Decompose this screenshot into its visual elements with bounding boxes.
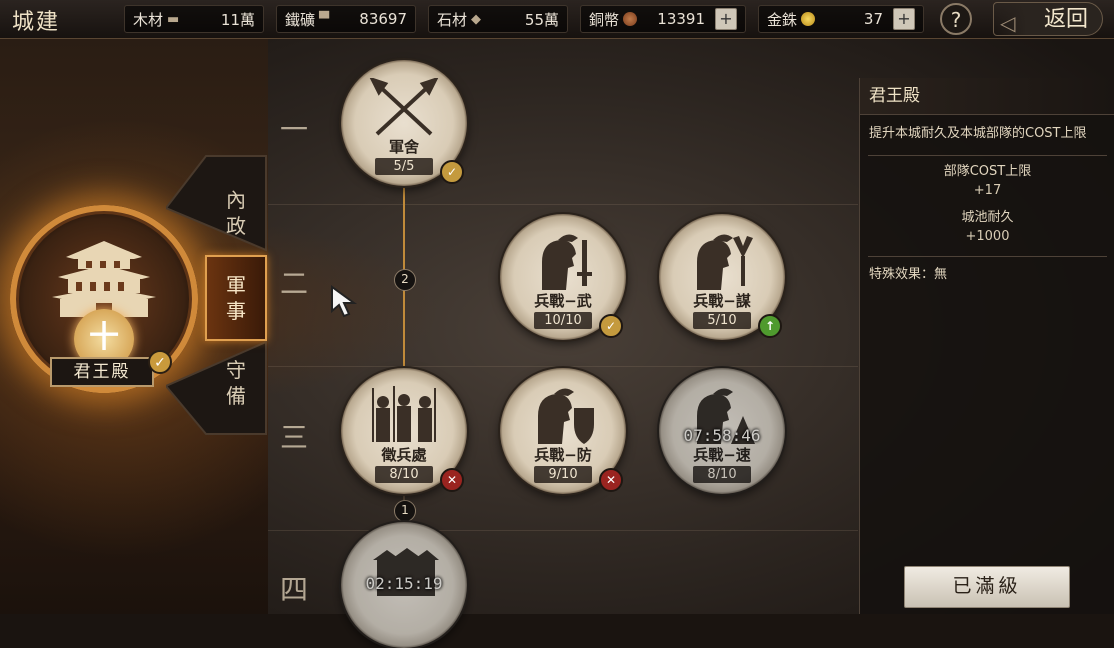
stat-value: +1000 — [965, 229, 1010, 244]
tab-label: 政 — [226, 214, 246, 238]
tab-label: 內 — [226, 188, 246, 212]
crossed-spears-icon — [369, 78, 439, 136]
upgrade-timer: 07:58:46 — [683, 426, 761, 445]
building-name: 兵戰−謀 — [693, 292, 751, 310]
tab-label: 守 — [226, 358, 246, 382]
tab-defense[interactable]: 守 備 — [205, 340, 267, 426]
building-level: 8/10 — [693, 466, 751, 483]
resource-label: 石材 — [437, 10, 468, 29]
building-name: 徵兵處 — [381, 446, 427, 464]
tab-domestic[interactable]: 內 政 — [205, 170, 267, 256]
tab-label: 軍 — [226, 273, 246, 297]
resource-value: 37 — [863, 10, 883, 28]
row-divider — [268, 366, 858, 367]
back-label: 返回 — [1043, 7, 1088, 32]
building-name: 兵戰−防 — [534, 446, 592, 464]
resource-label: 金銖 — [767, 10, 798, 29]
building-barracks[interactable]: 軍舍 5/5 ✓ — [341, 60, 467, 186]
resource-iron: 鐵礦 ▀ 83697 — [276, 5, 416, 33]
building-combat-speed[interactable]: 07:58:46 兵戰−速 8/10 — [659, 368, 785, 494]
page-title: 城建 — [12, 10, 61, 35]
row-divider — [268, 204, 858, 205]
stone-icon: ◆ — [471, 11, 482, 27]
check-badge-icon: ✓ — [440, 160, 464, 184]
soldiers-icon — [372, 386, 436, 442]
row-label: 三 — [280, 421, 309, 454]
row-divider — [268, 530, 858, 531]
max-level-button[interactable]: 已滿級 — [904, 566, 1070, 608]
resource-stone: 石材 ◆ 55萬 — [428, 5, 568, 33]
building-recruitment[interactable]: 徵兵處 8/10 ✕ — [341, 368, 467, 494]
info-title: 君王殿 — [860, 78, 1114, 115]
special-effect: 特殊效果：無 — [869, 267, 948, 282]
warrior-sword-icon — [542, 234, 592, 290]
resource-label: 木材 — [133, 10, 164, 29]
resource-value: 55萬 — [524, 10, 559, 29]
row-label: 二 — [280, 267, 309, 300]
info-panel: 君王殿 提升本城耐久及本城部隊的COST上限 部隊COST上限 +17 城池耐久… — [859, 78, 1114, 614]
building-combat-defense[interactable]: 兵戰−防 9/10 ✕ — [500, 368, 626, 494]
building-name: 兵戰−武 — [534, 292, 592, 310]
connector-count: 1 — [394, 500, 416, 522]
resource-label: 銅幣 — [589, 10, 620, 29]
connector-count: 2 — [394, 269, 416, 291]
building-level: 5/5 — [375, 158, 433, 175]
building-row4[interactable]: 02:15:19 — [341, 522, 467, 648]
resource-value: 83697 — [359, 10, 407, 28]
resource-value: 13391 — [657, 10, 705, 28]
resource-label: 鐵礦 — [285, 10, 316, 29]
iron-icon: ▀ — [319, 11, 330, 27]
back-arrow-icon: ◁ — [1000, 11, 1016, 35]
strategist-fan-icon — [697, 234, 753, 290]
top-bar: 城建 木材 ▬ 11萬 鐵礦 ▀ 83697 石材 ◆ 55萬 銅幣 13391… — [0, 0, 1114, 39]
building-combat-valor[interactable]: 兵戰−武 10/10 ✓ — [500, 214, 626, 340]
divider — [868, 256, 1107, 257]
locked-badge-icon: ✕ — [440, 468, 464, 492]
copper-coin-icon — [623, 12, 638, 26]
tab-label: 備 — [226, 384, 246, 408]
resource-wood: 木材 ▬ 11萬 — [124, 5, 264, 33]
back-button[interactable]: ◁ 返回 — [993, 2, 1103, 36]
wood-icon: ▬ — [167, 11, 180, 27]
stat-value: +17 — [973, 183, 1002, 198]
building-level: 8/10 — [375, 466, 433, 483]
building-level: 10/10 — [534, 312, 592, 329]
check-badge-icon: ✓ — [599, 314, 623, 338]
tab-label: 事 — [226, 299, 246, 323]
row-label: 四 — [280, 573, 309, 606]
resource-copper: 銅幣 13391 + — [580, 5, 746, 33]
building-name: 軍舍 — [388, 138, 419, 156]
building-combat-strategy[interactable]: 兵戰−謀 5/10 ↑ — [659, 214, 785, 340]
tab-military[interactable]: 軍 事 — [205, 255, 267, 341]
mouse-cursor-icon — [331, 285, 358, 318]
main-building-name: 君王殿 — [50, 357, 154, 387]
help-button[interactable]: ? — [940, 3, 972, 35]
stat-label: 城池耐久 — [961, 210, 1014, 225]
building-name: 兵戰−速 — [693, 446, 751, 464]
resource-value: 11萬 — [220, 10, 255, 29]
gold-coin-icon — [801, 12, 816, 26]
add-gold-button[interactable]: + — [893, 8, 915, 30]
resource-gold: 金銖 37 + — [758, 5, 924, 33]
info-description: 提升本城耐久及本城部隊的COST上限 — [869, 126, 1087, 141]
add-copper-button[interactable]: + — [715, 8, 737, 30]
locked-badge-icon: ✕ — [599, 468, 623, 492]
divider — [868, 155, 1107, 156]
row-label: 一 — [280, 113, 309, 146]
building-level: 5/10 — [693, 312, 751, 329]
warrior-shield-icon — [538, 388, 594, 444]
building-level: 9/10 — [534, 466, 592, 483]
upgrade-arrow-icon: ↑ — [758, 314, 782, 338]
upgrade-timer: 02:15:19 — [365, 574, 443, 593]
stat-label: 部隊COST上限 — [943, 164, 1032, 179]
